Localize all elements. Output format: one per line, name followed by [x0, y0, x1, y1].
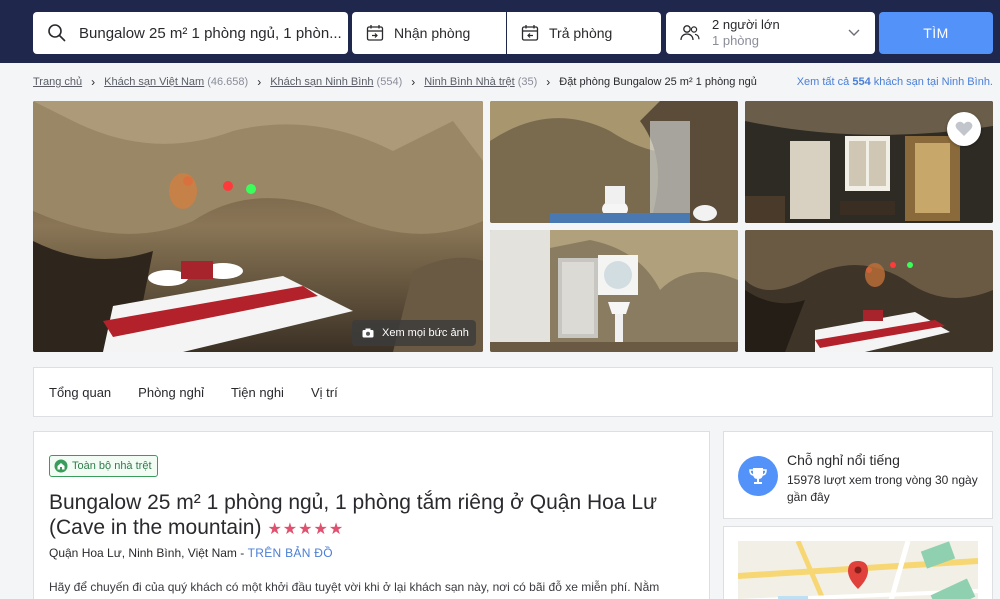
- camera-icon: [362, 328, 374, 338]
- breadcrumb-city[interactable]: Khách sạn Ninh Bình: [270, 76, 373, 88]
- breadcrumb-current: Đặt phòng Bungalow 25 m² 1 phòng ngủ: [559, 76, 757, 88]
- address-text: Quận Hoa Lư, Ninh Bình, Việt Nam: [49, 546, 237, 560]
- checkout-field[interactable]: Trả phòng: [507, 12, 661, 54]
- search-header: Bungalow 25 m² 1 phòng ngủ, 1 phòn... Nh…: [0, 0, 1000, 63]
- breadcrumb-country[interactable]: Khách sạn Việt Nam: [104, 76, 204, 88]
- breadcrumb-count: (46.658): [207, 76, 249, 88]
- see-all-suffix: khách sạn tại Ninh Bình.: [873, 76, 993, 88]
- search-button[interactable]: TÌM: [879, 12, 993, 54]
- map-thumbnail[interactable]: [738, 541, 978, 599]
- photo-bathroom-2[interactable]: [490, 230, 738, 352]
- breadcrumb-home[interactable]: Trang chủ: [33, 76, 82, 88]
- house-icon: [54, 459, 68, 473]
- destination-input[interactable]: Bungalow 25 m² 1 phòng ngủ, 1 phòn...: [33, 12, 348, 54]
- trophy-icon: [738, 456, 778, 496]
- breadcrumb-count: (554): [376, 76, 403, 88]
- property-type-label: Toàn bộ nhà trệt: [72, 460, 152, 472]
- property-description: Hãy để chuyến đi của quý khách có một kh…: [49, 578, 699, 597]
- guests-summary: 2 người lớn 1 phòng: [712, 17, 780, 49]
- heart-icon: [955, 121, 973, 136]
- see-all-hotels-link[interactable]: Xem tất cả 554 khách sạn tại Ninh Bình.: [797, 76, 993, 88]
- map-link[interactable]: TRÊN BẢN ĐỒ: [248, 546, 333, 560]
- calendar-icon: [521, 25, 539, 41]
- guests-selector[interactable]: 2 người lớn 1 phòng: [666, 12, 875, 54]
- calendar-icon: [366, 25, 384, 41]
- breadcrumb-separator: ›: [411, 75, 416, 89]
- popular-title: Chỗ nghỉ nổi tiếng: [787, 452, 900, 468]
- property-card: Toàn bộ nhà trệt Bungalow 25 m² 1 phòng …: [33, 431, 710, 599]
- search-icon: [48, 24, 66, 42]
- see-all-prefix: Xem tất cả: [796, 76, 850, 88]
- section-tabs: Tổng quan Phòng nghỉ Tiện nghi Vị trí: [33, 367, 993, 417]
- checkout-label: Trả phòng: [549, 25, 613, 41]
- description-text: Hãy để chuyến đi của quý khách có một kh…: [49, 580, 660, 594]
- photo-cave-bed[interactable]: [745, 230, 993, 352]
- guests-adults: 2 người lớn: [712, 17, 780, 32]
- destination-value: Bungalow 25 m² 1 phòng ngủ, 1 phòn...: [79, 24, 342, 42]
- breadcrumb: Trang chủ › Khách sạn Việt Nam (46.658) …: [33, 75, 993, 89]
- tab-rooms[interactable]: Phòng nghỉ: [138, 385, 204, 400]
- breadcrumb-separator: ›: [257, 75, 262, 89]
- guests-icon: [680, 25, 700, 41]
- see-all-photos-button[interactable]: Xem mọi bức ảnh: [352, 320, 476, 346]
- property-title: Bungalow 25 m² 1 phòng ngủ, 1 phòng tắm …: [49, 490, 689, 542]
- tab-location[interactable]: Vị trí: [311, 385, 338, 400]
- map-card[interactable]: [723, 526, 993, 599]
- see-all-count: 554: [852, 76, 871, 88]
- popular-property-card: Chỗ nghỉ nổi tiếng 15978 lượt xem trong …: [723, 431, 993, 519]
- tab-amenities[interactable]: Tiện nghi: [231, 385, 284, 400]
- breadcrumb-separator: ›: [91, 75, 96, 89]
- star-rating: ★★★★★: [267, 521, 345, 538]
- breadcrumb-count: (35): [517, 76, 538, 88]
- chevron-down-icon: [848, 29, 860, 36]
- photo-bathroom-1[interactable]: [490, 101, 738, 223]
- property-title-text: Bungalow 25 m² 1 phòng ngủ, 1 phòng tắm …: [49, 491, 658, 539]
- main-photo[interactable]: [33, 101, 483, 352]
- see-all-photos-label: Xem mọi bức ảnh: [382, 327, 469, 339]
- tab-overview[interactable]: Tổng quan: [49, 385, 111, 400]
- guests-rooms: 1 phòng: [712, 33, 759, 48]
- popular-subtitle: 15978 lượt xem trong vòng 30 ngày gần đâ…: [787, 473, 978, 504]
- address-separator: -: [236, 546, 248, 560]
- breadcrumb-category[interactable]: Ninh Bình Nhà trệt: [424, 76, 515, 88]
- favorite-button[interactable]: [947, 112, 981, 146]
- breadcrumb-separator: ›: [546, 75, 551, 89]
- property-address: Quận Hoa Lư, Ninh Bình, Việt Nam - TRÊN …: [49, 546, 333, 560]
- checkin-label: Nhận phòng: [394, 25, 471, 41]
- property-type-badge: Toàn bộ nhà trệt: [49, 455, 158, 477]
- checkin-field[interactable]: Nhận phòng: [352, 12, 506, 54]
